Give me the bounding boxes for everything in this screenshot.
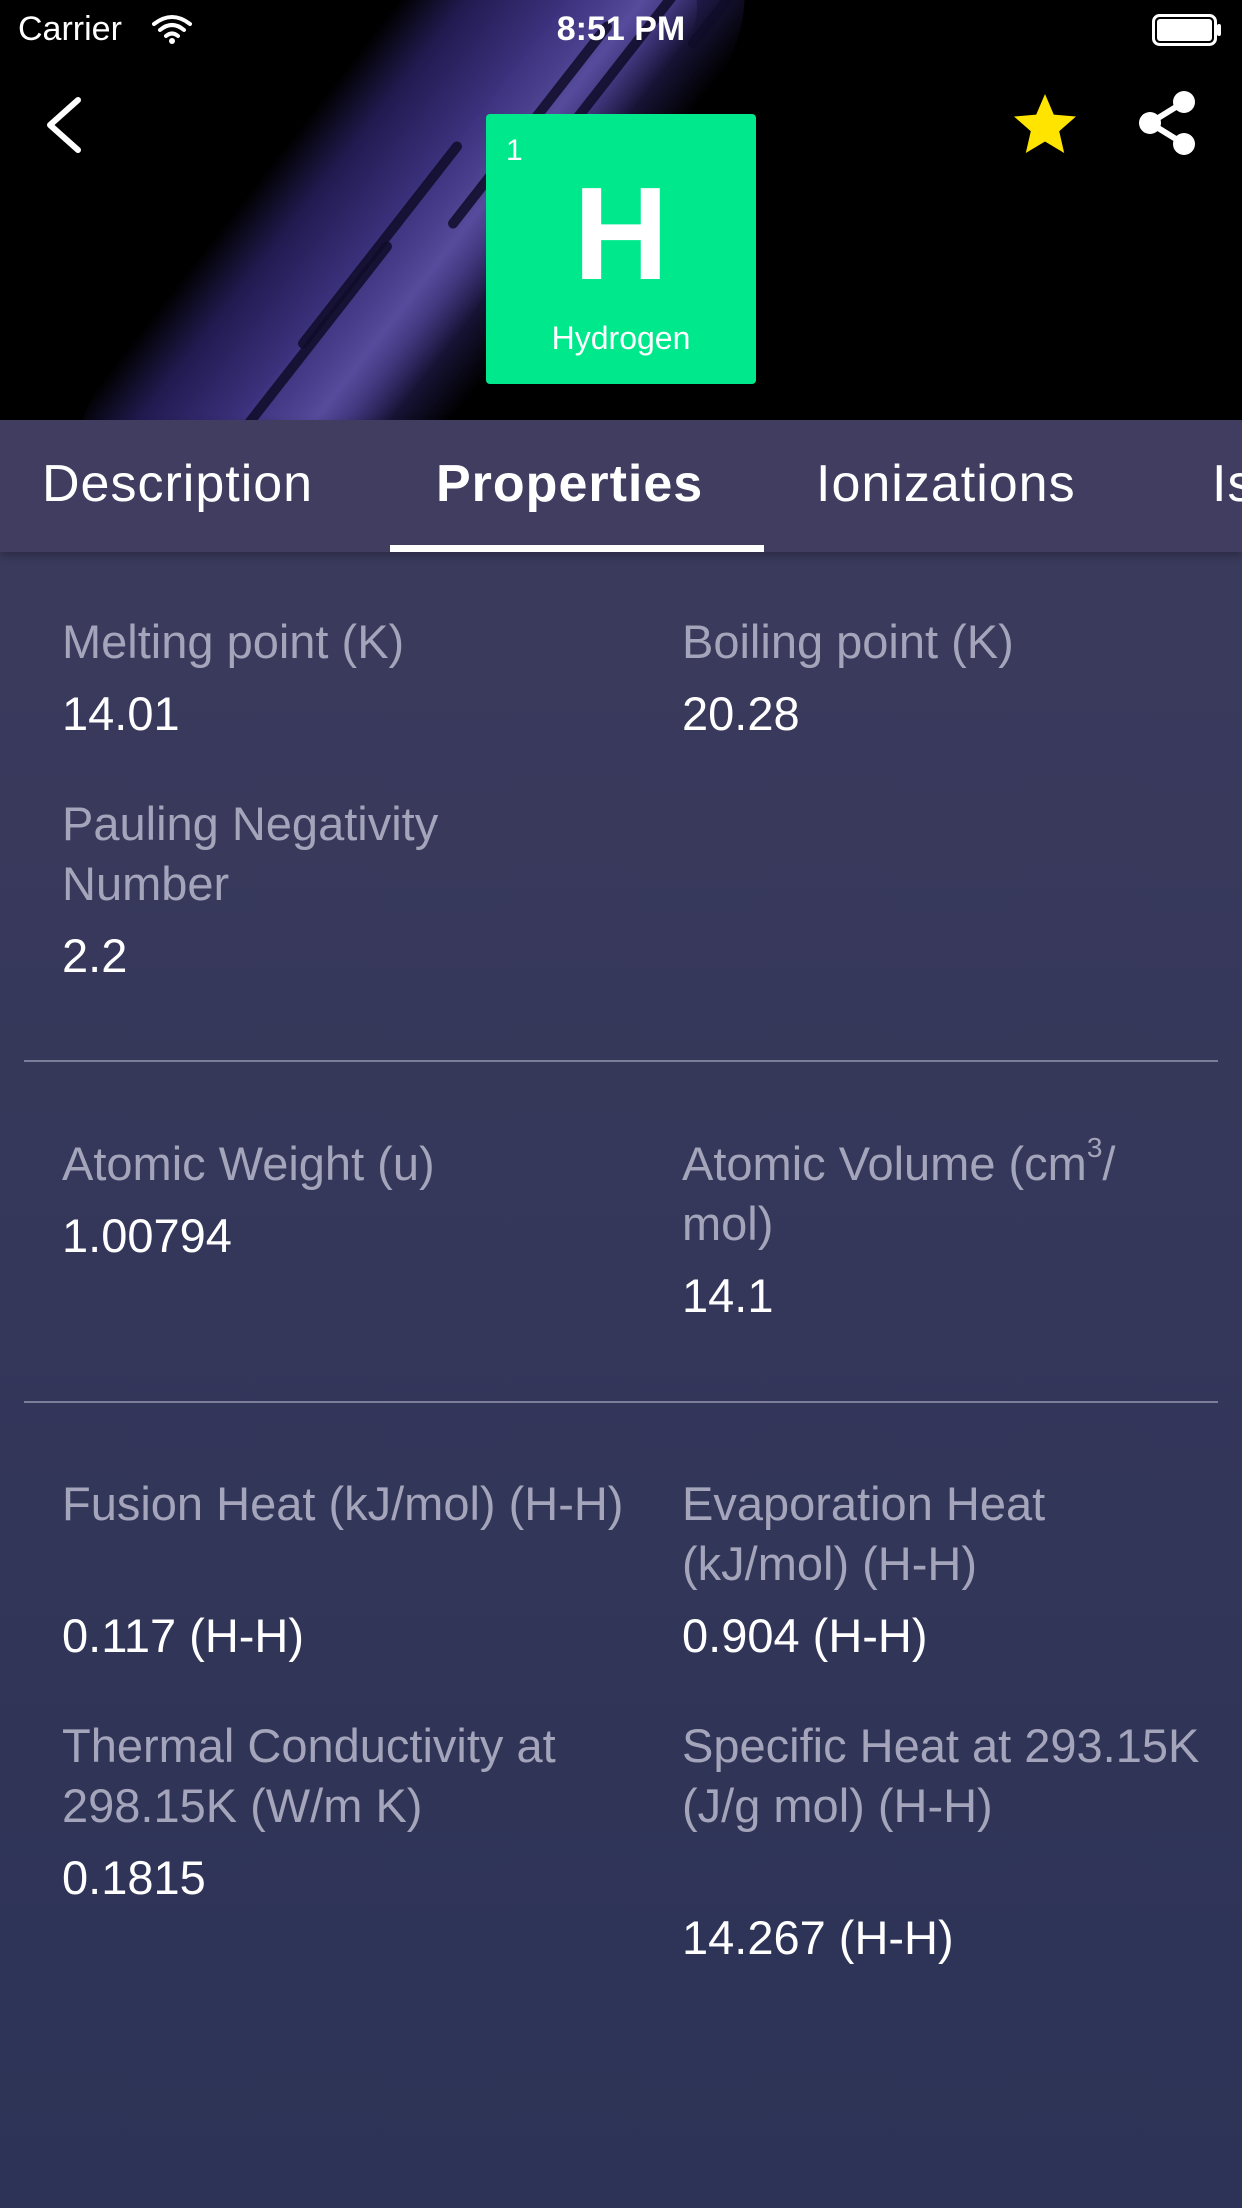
battery-icon: [1152, 14, 1221, 46]
status-bar: Carrier 8:51 PM: [0, 0, 1242, 60]
pauling-label: Pauling Negativity Number: [62, 797, 439, 910]
atomic-weight-value: 1.00794: [62, 1209, 232, 1262]
element-symbol: H: [573, 160, 669, 307]
element-tile: 1 H Hydrogen: [486, 114, 756, 384]
tab-properties[interactable]: Properties: [436, 420, 703, 552]
boiling-point-value: 20.28: [682, 687, 800, 740]
tab-description[interactable]: Description: [42, 420, 313, 552]
atomic-volume-value: 14.1: [682, 1269, 774, 1322]
section-divider: [24, 1401, 1218, 1403]
status-time: 8:51 PM: [556, 10, 686, 48]
thermal-conductivity-label: Thermal Conductivity at 298.15K (W/m K): [62, 1719, 556, 1832]
header-banner: Carrier 8:51 PM 1 H Hydrogen: [0, 0, 1242, 420]
section-divider: [24, 1060, 1218, 1062]
specific-heat-value: 14.267 (H-H): [682, 1911, 954, 1964]
atomic-weight-label: Atomic Weight (u): [62, 1137, 435, 1190]
element-name: Hydrogen: [551, 320, 691, 356]
star-icon[interactable]: [1010, 90, 1080, 160]
boiling-point-label: Boiling point (K): [682, 615, 1014, 668]
tab-isotopes[interactable]: Is: [1212, 420, 1242, 552]
thermal-conductivity-value: 0.1815: [62, 1851, 206, 1904]
tab-bar: Description Properties Ionizations Is: [0, 420, 1242, 552]
atomic-volume-label-sup: 3: [1086, 1132, 1103, 1164]
evaporation-heat-label: Evaporation Heat (kJ/mol) (H-H): [682, 1477, 1046, 1590]
pauling-value: 2.2: [62, 929, 128, 982]
share-icon[interactable]: [1132, 88, 1202, 158]
specific-heat-label: Specific Heat at 293.15K (J/g mol) (H-H): [682, 1719, 1200, 1832]
atomic-volume-label-text: Atomic Volume (cm: [682, 1137, 1087, 1190]
fusion-heat-value: 0.117 (H-H): [62, 1609, 305, 1662]
atomic-number: 1: [506, 134, 523, 167]
melting-point-value: 14.01: [62, 687, 180, 740]
back-button[interactable]: [30, 90, 100, 160]
fusion-heat-label: Fusion Heat (kJ/mol) (H-H): [62, 1477, 624, 1530]
tab-ionizations[interactable]: Ionizations: [816, 420, 1076, 552]
evaporation-heat-value: 0.904 (H-H): [682, 1609, 928, 1662]
properties-panel: Melting point (K) 14.01 Boiling point (K…: [0, 552, 1242, 2208]
melting-point-label: Melting point (K): [62, 615, 405, 668]
active-tab-indicator: [390, 545, 764, 552]
atomic-volume-label: Atomic Volume (cm3/ mol): [682, 1134, 1202, 1254]
